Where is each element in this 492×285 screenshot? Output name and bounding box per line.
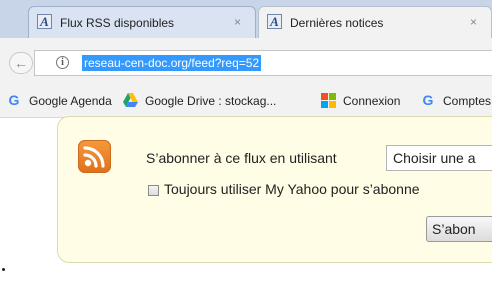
subscribe-label: S’abonner à ce flux en utilisant [146,150,337,166]
tab-title: Flux RSS disponibles [60,16,175,30]
google-icon: G [422,92,434,108]
google-icon: G [8,92,20,108]
back-arrow-icon[interactable]: ← [9,52,33,74]
microsoft-icon [321,93,336,108]
always-use-label[interactable]: Toujours utiliser My Yahoo pour s’abonne [164,181,420,197]
close-tab-icon[interactable]: × [470,15,477,29]
bookmark-label: Google Drive : stockag... [145,94,277,108]
site-favicon-icon: A [267,14,282,29]
always-use-checkbox[interactable] [148,185,159,196]
site-favicon-icon: A [37,14,52,29]
feed-reader-select[interactable]: Choisir une a [386,145,492,171]
google-drive-icon [123,93,138,107]
rss-feed-icon [78,140,111,173]
close-tab-icon[interactable]: × [234,15,241,29]
bookmark-label: Comptes [443,94,492,108]
info-icon[interactable]: i [56,56,69,69]
bookmark-label: Google Agenda [29,94,112,108]
tab-flux-rss[interactable]: A Flux RSS disponibles × [28,6,256,38]
bookmark-label: Connexion [343,94,401,108]
tab-title: Dernières notices [290,16,384,30]
url-text[interactable]: reseau-cen-doc.org/feed?req=52 [82,55,262,71]
stray-dot [2,268,5,271]
tab-dernieres-notices[interactable]: A Dernières notices × [258,6,492,38]
subscribe-button[interactable]: S’abon [426,216,492,242]
